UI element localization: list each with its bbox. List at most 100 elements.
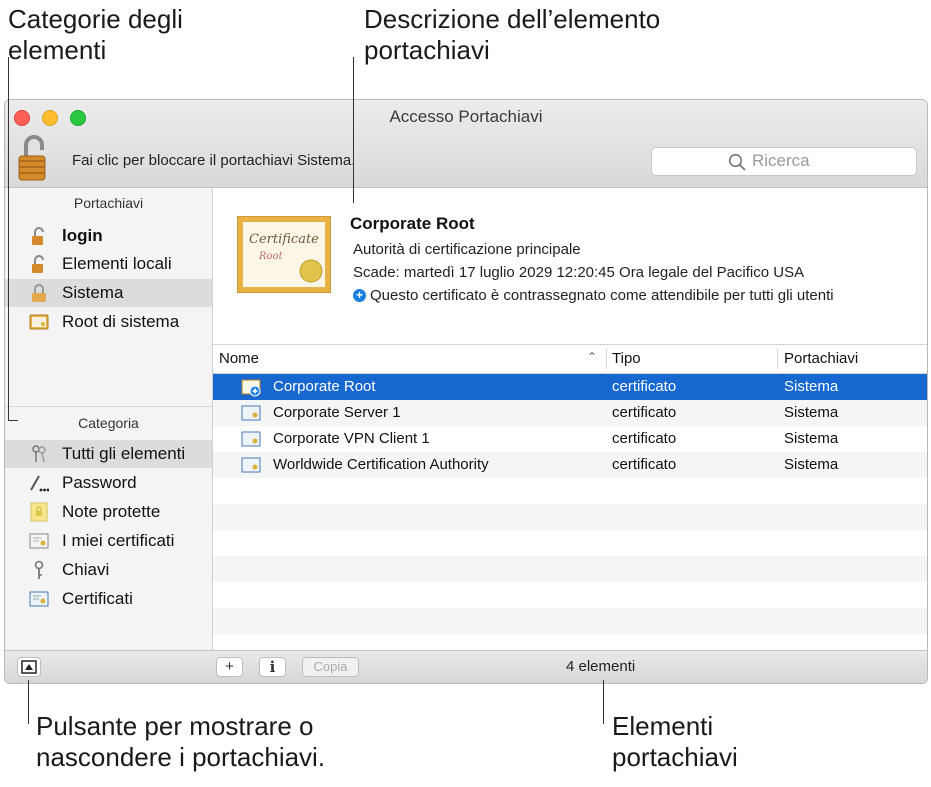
callout-line xyxy=(8,57,9,421)
empty-row xyxy=(213,608,927,634)
callout-categories: Categorie degli elementi xyxy=(8,4,183,65)
cell-name: Corporate Server 1 xyxy=(273,404,401,421)
sidebar: Portachiavi login Elementi locali Sistem… xyxy=(5,188,213,650)
column-separator[interactable] xyxy=(606,349,607,369)
trust-text: Questo certificato è contrassegnato come… xyxy=(370,287,834,304)
item-description: Certificate Root Corporate Root Autorità… xyxy=(213,188,927,344)
cell-type: certificato xyxy=(612,456,677,473)
empty-row xyxy=(213,556,927,582)
sidebar-item-label: Sistema xyxy=(62,283,124,302)
key-icon xyxy=(34,560,44,579)
sidebar-item-certificates[interactable]: Certificati xyxy=(5,585,212,613)
sidebar-item-keys[interactable]: Chiavi xyxy=(5,556,212,584)
sidebar-item-secure-notes[interactable]: Note protette xyxy=(5,498,212,526)
keychain-window: Accesso Portachiavi Fai clic per bloccar… xyxy=(4,99,928,684)
lock-message[interactable]: Fai clic per bloccare il portachiavi Sis… xyxy=(72,152,355,169)
sidebar-item-label: login xyxy=(62,226,103,245)
toggle-keychains-button[interactable] xyxy=(17,657,41,677)
table-header: Nome ⌃ Tipo Portachiavi xyxy=(213,344,927,374)
bottom-bar: + i Copia 4 elementi xyxy=(5,650,927,683)
certificate-icon xyxy=(29,591,49,607)
certificate-icon xyxy=(241,405,261,421)
certificate-icon xyxy=(241,431,261,447)
toolbar: Accesso Portachiavi Fai clic per bloccar… xyxy=(5,100,927,188)
table-row[interactable]: Worldwide Certification Authority certif… xyxy=(213,452,927,478)
sidebar-item-my-certificates[interactable]: I miei certificati xyxy=(5,527,212,555)
cell-keychain: Sistema xyxy=(784,430,839,447)
window-title: Accesso Portachiavi xyxy=(389,107,543,126)
cell-name: Corporate VPN Client 1 xyxy=(273,430,430,447)
column-header-name[interactable]: Nome xyxy=(219,350,259,367)
callout-description: Descrizione dell’elemento portachiavi xyxy=(364,4,661,65)
secure-note-icon xyxy=(30,502,48,522)
certificate-folder-icon xyxy=(29,314,49,330)
search-icon xyxy=(728,153,746,171)
table-row[interactable]: Corporate Server 1 certificato Sistema xyxy=(213,400,927,426)
keychains-header: Portachiavi xyxy=(73,195,144,211)
info-button[interactable]: i xyxy=(259,657,286,677)
sidebar-item-system-roots[interactable]: Root di sistema xyxy=(5,308,212,336)
cell-keychain: Sistema xyxy=(784,456,839,473)
callout-items: Elementi portachiavi xyxy=(612,711,738,772)
sidebar-item-label: Root di sistema xyxy=(62,312,180,331)
column-header-type[interactable]: Tipo xyxy=(612,350,641,367)
trusted-plus-icon: + xyxy=(353,289,366,302)
sidebar-item-label: Elementi locali xyxy=(62,254,172,273)
certificate-icon xyxy=(241,457,261,473)
cell-type: certificato xyxy=(612,378,677,395)
padlock-open-icon xyxy=(32,227,44,245)
table-row[interactable]: Corporate VPN Client 1 certificato Siste… xyxy=(213,426,927,452)
empty-row xyxy=(213,478,927,504)
sidebar-item-passwords[interactable]: Password xyxy=(5,469,212,497)
item-count: 4 elementi xyxy=(566,658,636,675)
my-certificate-icon xyxy=(29,533,49,549)
callout-line xyxy=(603,680,604,724)
cell-type: certificato xyxy=(612,430,677,447)
keys-icon xyxy=(32,445,46,463)
sidebar-item-label: Tutti gli elementi xyxy=(62,444,186,463)
cell-name: Corporate Root xyxy=(273,378,376,395)
empty-row xyxy=(213,530,927,556)
item-kind: Autorità di certificazione principale xyxy=(353,241,581,258)
callout-line xyxy=(28,680,29,724)
search-field[interactable] xyxy=(651,147,917,176)
sidebar-item-label: I miei certificati xyxy=(62,531,175,550)
cell-keychain: Sistema xyxy=(784,404,839,421)
cell-type: certificato xyxy=(612,404,677,421)
search-input[interactable] xyxy=(752,151,902,171)
column-header-keychain[interactable]: Portachiavi xyxy=(784,350,858,367)
sidebar-item-system[interactable]: Sistema xyxy=(5,279,212,307)
certificate-icon: Certificate Root xyxy=(237,216,331,293)
callout-line xyxy=(353,57,354,203)
password-icon xyxy=(30,475,49,492)
table-row[interactable]: Corporate Root certificato Sistema xyxy=(213,374,927,400)
padlock-open-icon xyxy=(32,255,44,273)
sidebar-item-label: Chiavi xyxy=(62,560,110,579)
callout-line xyxy=(8,420,18,421)
cell-name: Worldwide Certification Authority xyxy=(273,456,489,473)
empty-row xyxy=(213,582,927,608)
item-expiration: Scade: martedì 17 luglio 2029 12:20:45 O… xyxy=(353,264,805,281)
certificate-icon xyxy=(241,379,261,397)
add-item-button[interactable]: + xyxy=(216,657,243,677)
cert-text-certificate: Certificate xyxy=(249,232,319,247)
sidebar-toggle-icon xyxy=(21,660,37,674)
empty-row xyxy=(213,504,927,530)
sidebar-item-label: Certificati xyxy=(62,589,133,608)
keychain-items-list: Nome ⌃ Tipo Portachiavi Corporate Root c… xyxy=(213,344,927,650)
item-title: Corporate Root xyxy=(350,214,475,233)
sidebar-item-local-items[interactable]: Elementi locali xyxy=(5,250,212,278)
padlock-open-icon xyxy=(32,284,46,302)
callout-toggle-button: Pulsante per mostrare o nascondere i port… xyxy=(36,711,326,772)
padlock-open-icon[interactable] xyxy=(17,134,51,182)
category-header: Categoria xyxy=(78,415,139,431)
sidebar-item-login[interactable]: login xyxy=(5,222,212,250)
cert-text-root: Root xyxy=(258,251,284,262)
column-separator[interactable] xyxy=(777,349,778,369)
sort-ascending-icon: ⌃ xyxy=(587,350,598,364)
cell-keychain: Sistema xyxy=(784,378,839,395)
sidebar-item-all-items[interactable]: Tutti gli elementi xyxy=(5,440,212,468)
sidebar-divider xyxy=(5,406,212,407)
item-trust-status: + Questo certificato è contrassegnato com… xyxy=(353,287,834,304)
copy-button[interactable]: Copia xyxy=(302,657,359,677)
